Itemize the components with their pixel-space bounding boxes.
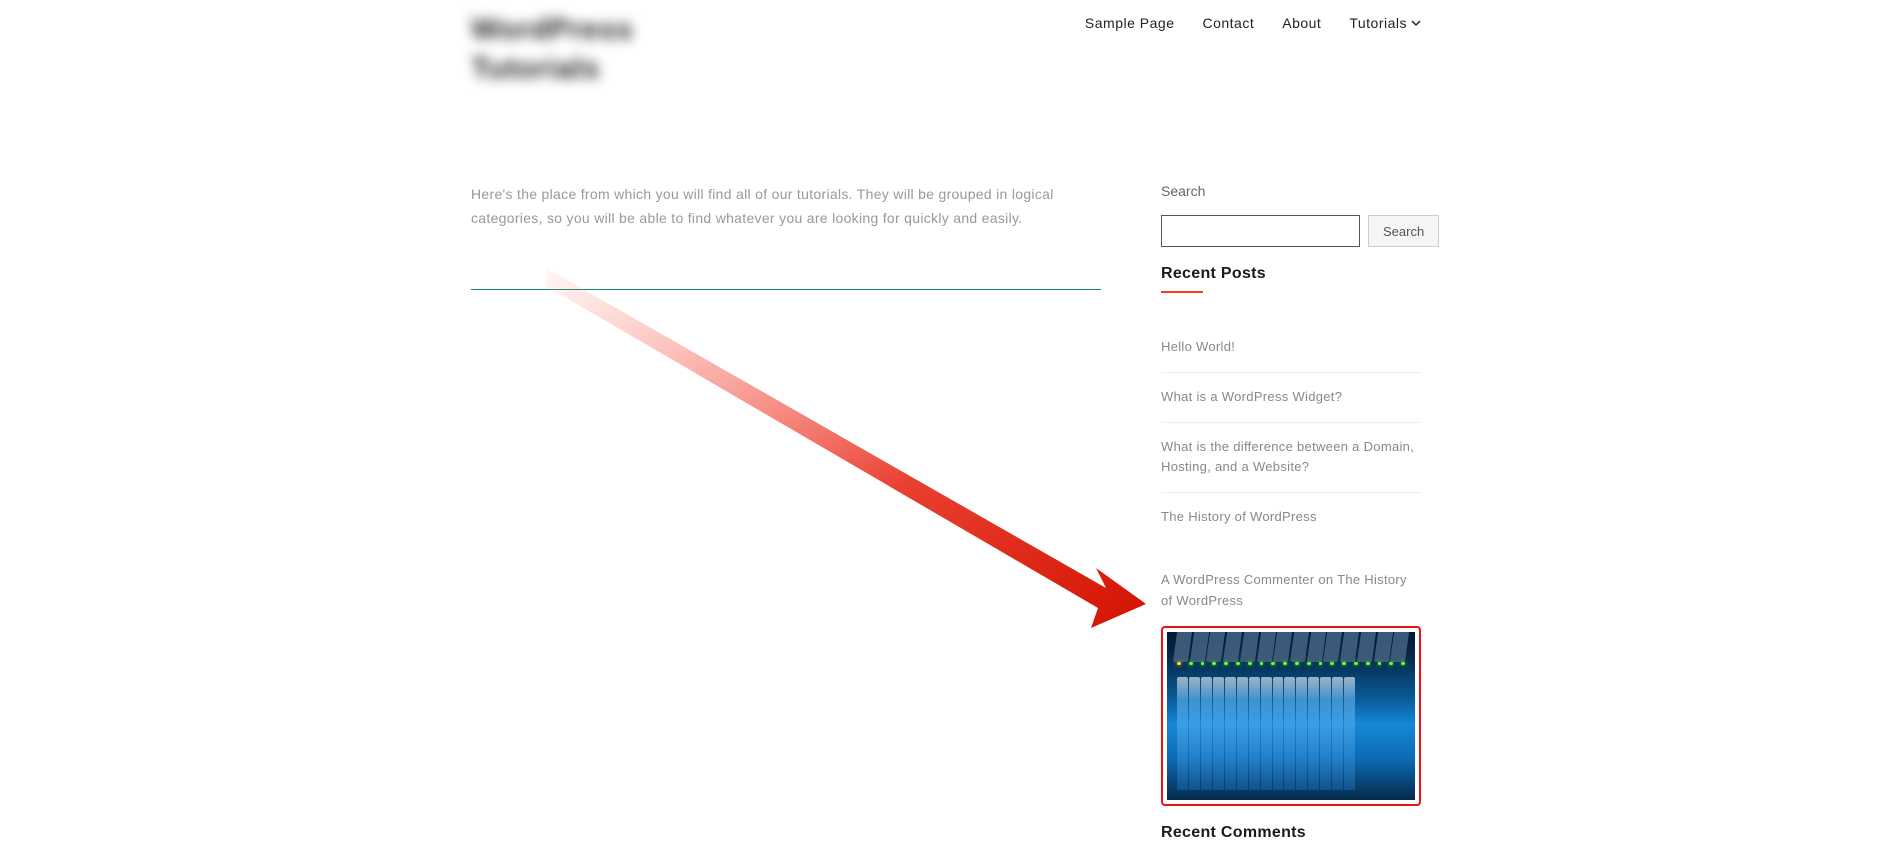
- nav-contact[interactable]: Contact: [1202, 15, 1254, 31]
- main-content: Here's the place from which you will fin…: [471, 88, 1101, 850]
- chevron-down-icon: [1411, 18, 1421, 28]
- search-input[interactable]: [1161, 215, 1360, 247]
- server-rack-image: [1167, 632, 1415, 800]
- nav-about[interactable]: About: [1282, 15, 1321, 31]
- post-link[interactable]: What is the difference between a Domain,…: [1161, 423, 1421, 494]
- main-nav: Sample Page Contact About Tutorials: [1085, 10, 1421, 31]
- image-racks: [1177, 677, 1355, 790]
- post-link[interactable]: What is a WordPress Widget?: [1161, 373, 1421, 423]
- page-title: WordPress Tutorials: [471, 10, 701, 88]
- widget-image-highlight: [1161, 626, 1421, 806]
- recent-posts-list: Hello World! What is a WordPress Widget?…: [1161, 323, 1421, 542]
- post-link[interactable]: Hello World!: [1161, 323, 1421, 373]
- intro-paragraph: Here's the place from which you will fin…: [471, 183, 1101, 231]
- nav-sample-page[interactable]: Sample Page: [1085, 15, 1175, 31]
- search-button[interactable]: Search: [1368, 215, 1439, 247]
- search-label: Search: [1161, 183, 1421, 199]
- nav-tutorials[interactable]: Tutorials: [1349, 15, 1421, 31]
- post-link[interactable]: The History of WordPress: [1161, 493, 1421, 542]
- nav-tutorials-label: Tutorials: [1349, 15, 1407, 31]
- recent-posts-heading: Recent Posts: [1161, 265, 1421, 283]
- image-cables: [1167, 632, 1415, 662]
- image-leds: [1177, 662, 1405, 665]
- heading-underline: [1161, 291, 1203, 293]
- recent-comment[interactable]: A WordPress Commenter on The History of …: [1161, 562, 1421, 626]
- sidebar: Search Search Recent Posts Hello World! …: [1161, 88, 1421, 850]
- content-divider: [471, 289, 1101, 290]
